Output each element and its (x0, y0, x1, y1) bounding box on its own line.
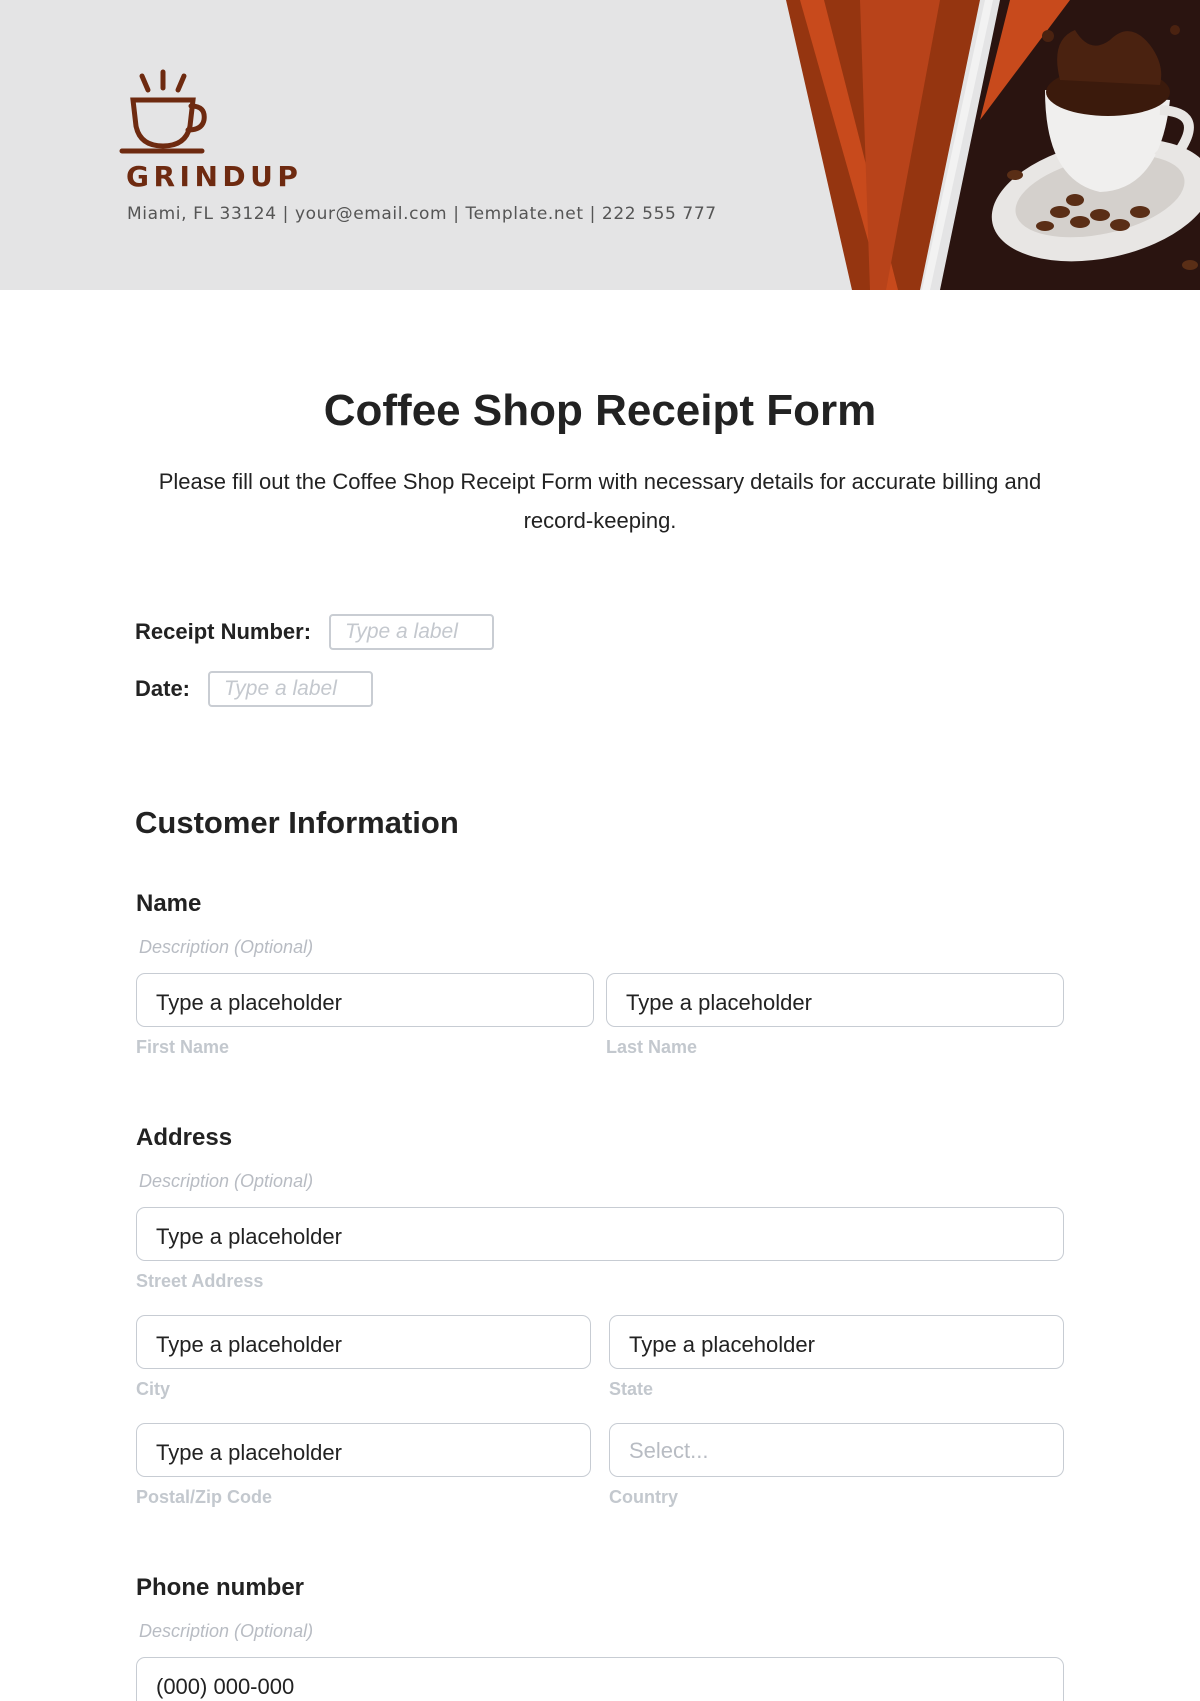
page-title: Coffee Shop Receipt Form (323, 386, 877, 435)
receipt-number-input[interactable]: Type a label (329, 614, 495, 650)
city-sublabel: City (136, 1379, 171, 1399)
header-banner: GRINDUP Miami, FL 33124 | your@email.com… (0, 0, 1200, 290)
receipt-number-row: Receipt Number: Type a label (135, 614, 495, 650)
country-select[interactable]: Select... (609, 1423, 1064, 1477)
coffee-cup-icon (119, 69, 207, 154)
first-name-sublabel: First Name (136, 1037, 230, 1057)
street-address-sublabel: Street Address (136, 1271, 264, 1291)
city-input[interactable]: Type a placeholder (136, 1315, 591, 1369)
state-input[interactable]: Type a placeholder (609, 1315, 1064, 1369)
postal-code-sublabel: Postal/Zip Code (136, 1487, 273, 1507)
last-name-input[interactable]: Type a placeholder (606, 973, 1064, 1027)
first-name-input[interactable]: Type a placeholder (136, 973, 594, 1027)
address-description: Description (Optional) (139, 1171, 314, 1191)
last-name-sublabel: Last Name (606, 1037, 698, 1057)
state-sublabel: State (609, 1379, 654, 1399)
phone-description: Description (Optional) (139, 1621, 314, 1641)
phone-input[interactable]: (000) 000-000 (136, 1657, 1064, 1701)
date-row: Date: Type a label (135, 671, 374, 707)
name-label: Name (136, 890, 202, 917)
postal-code-input[interactable]: Type a placeholder (136, 1423, 591, 1477)
country-sublabel: Country (609, 1487, 678, 1507)
brand-name: GRINDUP (126, 160, 303, 193)
date-label: Date: (135, 676, 191, 701)
page-description: Please fill out the Coffee Shop Receipt … (158, 469, 1042, 533)
date-input[interactable]: Type a label (208, 671, 374, 707)
contact-info: Miami, FL 33124 | your@email.com | Templ… (127, 204, 717, 224)
phone-label: Phone number (136, 1574, 305, 1601)
receipt-number-label: Receipt Number: (135, 619, 312, 644)
address-label: Address (136, 1124, 233, 1151)
section-title-customer: Customer Information (135, 805, 459, 840)
street-address-input[interactable]: Type a placeholder (136, 1207, 1064, 1261)
name-description: Description (Optional) (139, 937, 314, 957)
